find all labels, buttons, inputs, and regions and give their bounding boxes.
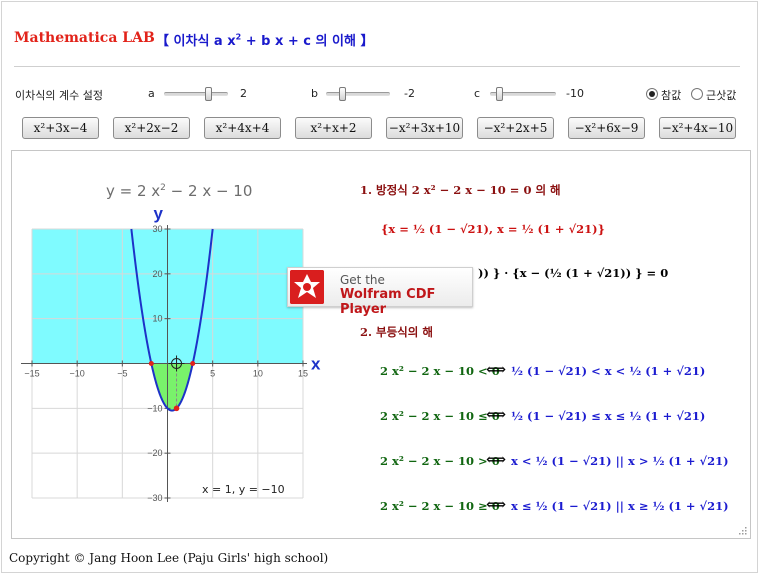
x-tick-label: 10 [253,369,263,379]
a-slider[interactable] [164,87,228,101]
cdf-line-2: Wolfram CDF Player [340,287,436,317]
exact-radio[interactable] [646,88,658,100]
preset-button-6[interactable]: −x²+2x+5 [477,117,554,139]
header-divider [14,66,740,67]
preset-button-3[interactable]: x²+4x+4 [204,117,281,139]
equation-heading: 1. 방정식 2 x² − 2 x − 10 = 0 의 해 [360,183,561,197]
iff-arrow: ⟺ [486,407,507,423]
x-axis-label: x [311,355,321,374]
cdf-line-1: Get the [340,273,385,287]
iff-arrow: ⟺ [486,452,507,468]
approx-radio[interactable] [691,88,703,100]
c-slider[interactable] [490,87,556,101]
x-tick-label: −10 [70,369,85,379]
y-tick-label: 30 [152,224,162,234]
y-tick-label: 10 [152,314,162,324]
plot-title: y = 2 x2 − 2 x − 10 [106,182,253,200]
copyright-footer: Copyright © Jang Hoon Lee (Paju Girls' h… [9,551,329,565]
x-tick-label: 15 [298,369,308,379]
inequality-lhs: 2 x² − 2 x − 10 < 0 [380,364,500,378]
cdf-player-banner[interactable]: Get the Wolfram CDF Player [287,267,473,317]
preset-button-8[interactable]: −x²+4x−10 [659,117,736,139]
wolfram-spikey-icon [290,270,324,304]
approx-radio-label: 근삿값 [706,89,737,102]
coordinate-readout: x = 1, y = −10 [202,483,285,496]
y-tick-label: 20 [152,269,162,279]
x-tick-label: 5 [210,369,215,379]
b-slider[interactable] [326,87,390,101]
preset-button-2[interactable]: x²+2x−2 [113,117,190,139]
inequality-heading: 2. 부등식의 해 [360,325,433,339]
c-label: c [474,87,481,100]
preset-button-7[interactable]: −x²+6x−9 [568,117,645,139]
x-tick-label: −15 [24,369,39,379]
b-label: b [311,87,318,100]
a-label: a [148,87,155,100]
quadratic-plot[interactable]: −15 −10 −5 5 10 15 30 20 10 −10 −20 −30 x y [16,200,336,505]
root-point [148,361,154,366]
c-value: -10 [566,87,584,100]
inequality-rhs: x < ½ (1 − √21) || x > ½ (1 + √21) [511,454,729,468]
preset-button-1[interactable]: x²+3x−4 [22,117,99,139]
c-slider-thumb[interactable] [496,87,503,101]
vertex-point [173,405,180,412]
preset-button-4[interactable]: x²+x+2 [295,117,372,139]
iff-arrow: ⟺ [486,362,507,378]
app-title: Mathematica LAB [14,30,155,46]
inequality-rhs: ½ (1 − √21) < x < ½ (1 + √21) [511,364,706,378]
root-point [190,361,196,366]
inequality-lhs: 2 x² − 2 x − 10 ≤ 0 [380,409,500,423]
coefficient-section-label: 이차식의 계수 설정 [15,89,103,102]
app-frame: Mathematica LAB 【 이차식 a x2 + b x + c 의 이… [0,0,760,575]
factored-form: )) } · {x − (½ (1 + √21)) } = 0 [478,266,669,280]
y-tick-label: −10 [147,403,162,413]
resize-grip-icon[interactable] [738,526,747,535]
b-slider-thumb[interactable] [339,87,346,101]
x-tick-label: −5 [117,369,127,379]
app-subtitle: 【 이차식 a x2 + b x + c 의 이해 】 [156,32,374,49]
preset-button-5[interactable]: −x²+3x+10 [386,117,463,139]
inequality-lhs: 2 x² − 2 x − 10 ≥ 0 [380,499,500,513]
inequality-rhs: ½ (1 − √21) ≤ x ≤ ½ (1 + √21) [511,409,706,423]
y-tick-label: −30 [147,493,162,503]
iff-arrow: ⟺ [486,497,507,513]
b-value: -2 [404,87,415,100]
a-slider-thumb[interactable] [205,87,212,101]
y-axis-label: y [154,204,164,223]
equation-solution: {x = ½ (1 − √21), x = ½ (1 + √21)} [381,222,605,236]
inequality-lhs: 2 x² − 2 x − 10 > 0 [380,454,500,468]
a-value: 2 [240,87,247,100]
inequality-rhs: x ≤ ½ (1 − √21) || x ≥ ½ (1 + √21) [511,499,729,513]
y-tick-label: −20 [147,448,162,458]
exact-radio-label: 참값 [661,89,682,102]
